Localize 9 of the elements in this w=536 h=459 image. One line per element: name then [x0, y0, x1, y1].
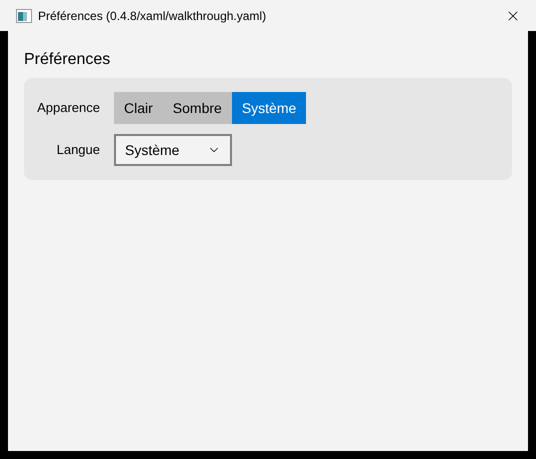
window-title: Préférences (0.4.8/xaml/walkthrough.yaml)	[38, 8, 266, 24]
field-label: Langue	[56, 141, 100, 160]
segment-option[interactable]: Clair	[114, 92, 163, 124]
segment-option[interactable]: Système	[232, 92, 306, 124]
segment-option[interactable]: Sombre	[162, 92, 232, 124]
field-label: Apparence	[36, 99, 100, 118]
language-dropdown[interactable]: Système	[114, 134, 232, 166]
app-icon	[16, 8, 32, 22]
page-heading: Préférences	[24, 50, 112, 70]
